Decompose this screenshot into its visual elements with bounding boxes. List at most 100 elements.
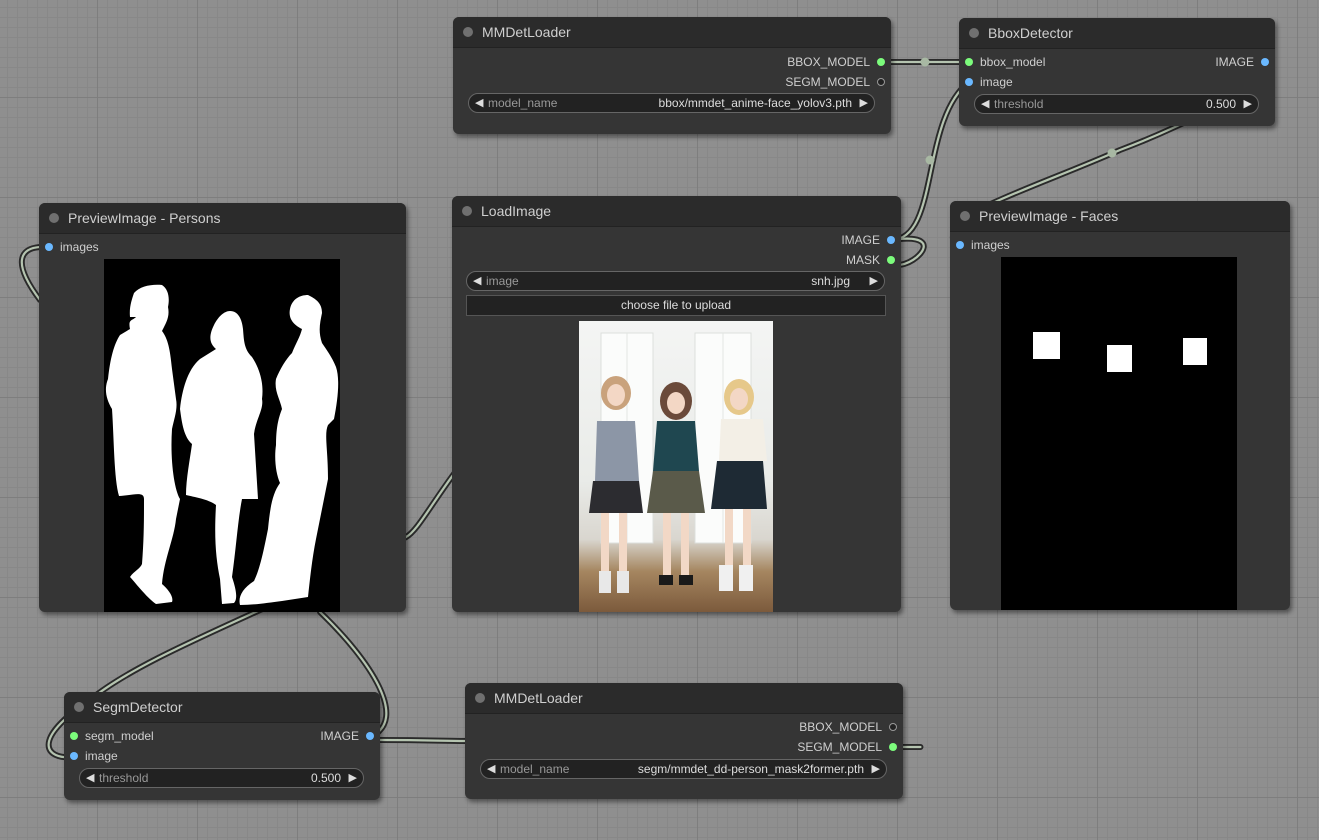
threshold-slider[interactable]: ◀ threshold 0.500 ▶ [79, 768, 364, 788]
arrow-left-icon[interactable]: ◀ [86, 769, 94, 787]
loaded-photo-preview [579, 321, 773, 612]
arrow-left-icon[interactable]: ◀ [473, 272, 481, 290]
mmdet-loader-node-top[interactable]: MMDetLoader BBOX_MODEL SEGM_MODEL ◀ mode… [453, 17, 891, 134]
arrow-right-icon[interactable]: ▶ [860, 94, 868, 112]
input-pin-icon[interactable] [965, 78, 973, 86]
model-name-combo[interactable]: ◀ model_name segm/mmdet_dd-person_mask2f… [480, 759, 887, 779]
model-name-combo[interactable]: ◀ model_name bbox/mmdet_anime-face_yolov… [468, 93, 875, 113]
image-file-combo[interactable]: ◀ image snh.jpg ▶ [466, 271, 885, 291]
slot-label: BBOX_MODEL [787, 55, 870, 69]
output-slot-image[interactable]: IMAGE [841, 232, 901, 248]
input-slot-images[interactable]: images [39, 239, 99, 255]
output-pin-icon[interactable] [887, 236, 895, 244]
node-title-text: SegmDetector [93, 699, 183, 715]
choose-file-upload-button[interactable]: choose file to upload [466, 295, 886, 316]
slot-label: IMAGE [320, 729, 359, 743]
widget-label: model_name [500, 762, 570, 776]
input-pin-icon[interactable] [956, 241, 964, 249]
arrow-right-icon[interactable]: ▶ [870, 272, 878, 290]
output-pin-icon[interactable] [366, 732, 374, 740]
widget-label: threshold [994, 97, 1044, 111]
input-slot-image[interactable]: image [64, 748, 118, 764]
collapse-dot-icon[interactable] [463, 27, 473, 37]
mmdet-loader-node-bottom[interactable]: MMDetLoader BBOX_MODEL SEGM_MODEL ◀ mode… [465, 683, 903, 799]
input-slot-image[interactable]: image [959, 74, 1013, 90]
widget-value: snh.jpg [811, 274, 850, 288]
widget-label: model_name [488, 96, 558, 110]
output-slot-bbox-model[interactable]: BBOX_MODEL [787, 54, 891, 70]
slot-label: SEGM_MODEL [797, 740, 882, 754]
output-slot-segm-model[interactable]: SEGM_MODEL [797, 739, 903, 755]
slot-label: MASK [845, 253, 880, 267]
slot-label: BBOX_MODEL [799, 720, 882, 734]
output-pin-icon[interactable] [889, 723, 897, 731]
slot-label: image [85, 749, 118, 763]
slot-label: images [60, 240, 99, 254]
bbox-detector-node[interactable]: BboxDetector bbox_model image IMAGE ◀ th… [959, 18, 1275, 126]
widget-value: 0.500 [1205, 97, 1236, 111]
widget-label: threshold [99, 771, 149, 785]
widget-value: segm/mmdet_dd-person_mask2former.pth [637, 762, 864, 776]
threshold-slider[interactable]: ◀ threshold 0.500 ▶ [974, 94, 1259, 114]
output-slot-image[interactable]: IMAGE [1215, 54, 1275, 70]
output-slot-segm-model[interactable]: SEGM_MODEL [785, 74, 891, 90]
slot-label: bbox_model [980, 55, 1046, 69]
input-slot-images[interactable]: images [950, 237, 1010, 253]
arrow-left-icon[interactable]: ◀ [475, 94, 483, 112]
arrow-right-icon[interactable]: ▶ [872, 760, 880, 778]
arrow-left-icon[interactable]: ◀ [981, 95, 989, 113]
input-pin-icon[interactable] [965, 58, 973, 66]
preview-image-persons-node[interactable]: PreviewImage - Persons images [39, 203, 406, 612]
collapse-dot-icon[interactable] [74, 702, 84, 712]
collapse-dot-icon[interactable] [960, 211, 970, 221]
slot-label: image [980, 75, 1013, 89]
node-title[interactable]: BboxDetector [959, 18, 1275, 49]
node-title[interactable]: MMDetLoader [465, 683, 903, 714]
load-image-node[interactable]: LoadImage IMAGE MASK ◀ image snh.jpg ▶ c… [452, 196, 901, 612]
input-pin-icon[interactable] [70, 732, 78, 740]
slot-label: SEGM_MODEL [785, 75, 870, 89]
output-slot-image[interactable]: IMAGE [320, 728, 380, 744]
preview-image-faces-node[interactable]: PreviewImage - Faces images [950, 201, 1290, 610]
input-slot-segm-model[interactable]: segm_model [64, 728, 154, 744]
output-pin-icon[interactable] [877, 58, 885, 66]
output-pin-icon[interactable] [1261, 58, 1269, 66]
node-title-text: PreviewImage - Persons [68, 210, 221, 226]
collapse-dot-icon[interactable] [49, 213, 59, 223]
input-pin-icon[interactable] [70, 752, 78, 760]
slot-label: IMAGE [1215, 55, 1254, 69]
segm-detector-node[interactable]: SegmDetector segm_model image IMAGE ◀ th… [64, 692, 380, 800]
widget-label: image [486, 274, 519, 288]
output-slot-bbox-model[interactable]: BBOX_MODEL [799, 719, 903, 735]
output-pin-icon[interactable] [887, 256, 895, 264]
slot-label: IMAGE [841, 233, 880, 247]
collapse-dot-icon[interactable] [462, 206, 472, 216]
widget-value: bbox/mmdet_anime-face_yolov3.pth [658, 96, 852, 110]
input-slot-bbox-model[interactable]: bbox_model [959, 54, 1045, 70]
arrow-right-icon[interactable]: ▶ [1244, 95, 1252, 113]
node-title-text: MMDetLoader [482, 24, 571, 40]
arrow-left-icon[interactable]: ◀ [487, 760, 495, 778]
output-pin-icon[interactable] [877, 78, 885, 86]
widget-value: 0.500 [310, 771, 341, 785]
slot-label: images [971, 238, 1010, 252]
node-title[interactable]: LoadImage [452, 196, 901, 227]
node-title[interactable]: SegmDetector [64, 692, 380, 723]
person-mask-preview-image [104, 259, 340, 612]
arrow-right-icon[interactable]: ▶ [349, 769, 357, 787]
collapse-dot-icon[interactable] [475, 693, 485, 703]
node-title[interactable]: PreviewImage - Faces [950, 201, 1290, 232]
input-pin-icon[interactable] [45, 243, 53, 251]
node-title-text: LoadImage [481, 203, 552, 219]
photo-three-girls-graphic [589, 332, 767, 593]
node-title-text: PreviewImage - Faces [979, 208, 1119, 224]
collapse-dot-icon[interactable] [969, 28, 979, 38]
node-title[interactable]: PreviewImage - Persons [39, 203, 406, 234]
node-title-text: BboxDetector [988, 25, 1073, 41]
node-title-text: MMDetLoader [494, 690, 583, 706]
output-slot-mask[interactable]: MASK [846, 252, 901, 268]
person-silhouettes-graphic [105, 284, 339, 605]
output-pin-icon[interactable] [889, 743, 897, 751]
node-title[interactable]: MMDetLoader [453, 17, 891, 48]
face-mask-preview-image [1001, 257, 1237, 610]
